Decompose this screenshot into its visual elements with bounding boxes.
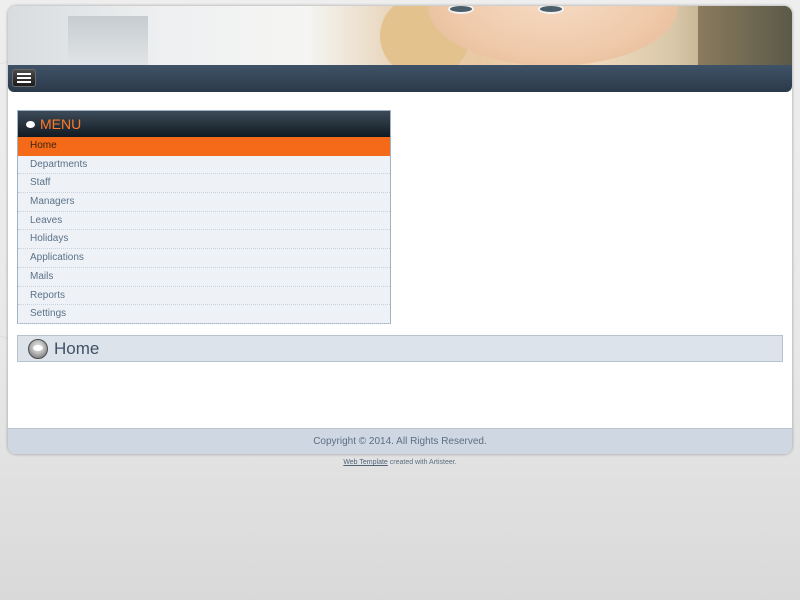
menu-item-leaves[interactable]: Leaves: [18, 212, 390, 231]
bullet-icon: [26, 120, 35, 128]
credits-suffix: created with Artisteer.: [387, 459, 457, 466]
page-sheet: MENU Home Departments Staff Managers Lea…: [8, 6, 792, 454]
copyright-text: Copyright © 2014. All Rights Reserved.: [313, 436, 487, 447]
menu-item-mails[interactable]: Mails: [18, 268, 390, 287]
footer: Copyright © 2014. All Rights Reserved.: [8, 428, 792, 454]
page-title: Home: [54, 338, 100, 358]
menu-item-home[interactable]: Home: [18, 137, 390, 156]
menu-item-reports[interactable]: Reports: [18, 287, 390, 306]
header-banner-image: [8, 6, 792, 66]
post-bullet-icon: [28, 338, 48, 359]
page-credits: Web Template created with Artisteer.: [0, 459, 800, 466]
menu-item-holidays[interactable]: Holidays: [18, 230, 390, 250]
vertical-menu-list: Home Departments Staff Managers Leaves H…: [18, 137, 390, 324]
navigation-bar: [8, 65, 792, 92]
menu-item-staff[interactable]: Staff: [18, 174, 390, 194]
vertical-menu: MENU Home Departments Staff Managers Lea…: [17, 110, 391, 324]
vertical-menu-title: MENU: [40, 116, 82, 132]
menu-item-settings[interactable]: Settings: [18, 305, 390, 324]
hamburger-menu-icon[interactable]: [12, 69, 36, 87]
post-header: Home: [17, 335, 783, 362]
menu-item-managers[interactable]: Managers: [18, 193, 390, 212]
menu-item-applications[interactable]: Applications: [18, 249, 390, 268]
web-template-link[interactable]: Web Template: [343, 459, 388, 466]
menu-item-departments[interactable]: Departments: [18, 156, 390, 175]
vertical-menu-header: MENU: [18, 111, 390, 137]
